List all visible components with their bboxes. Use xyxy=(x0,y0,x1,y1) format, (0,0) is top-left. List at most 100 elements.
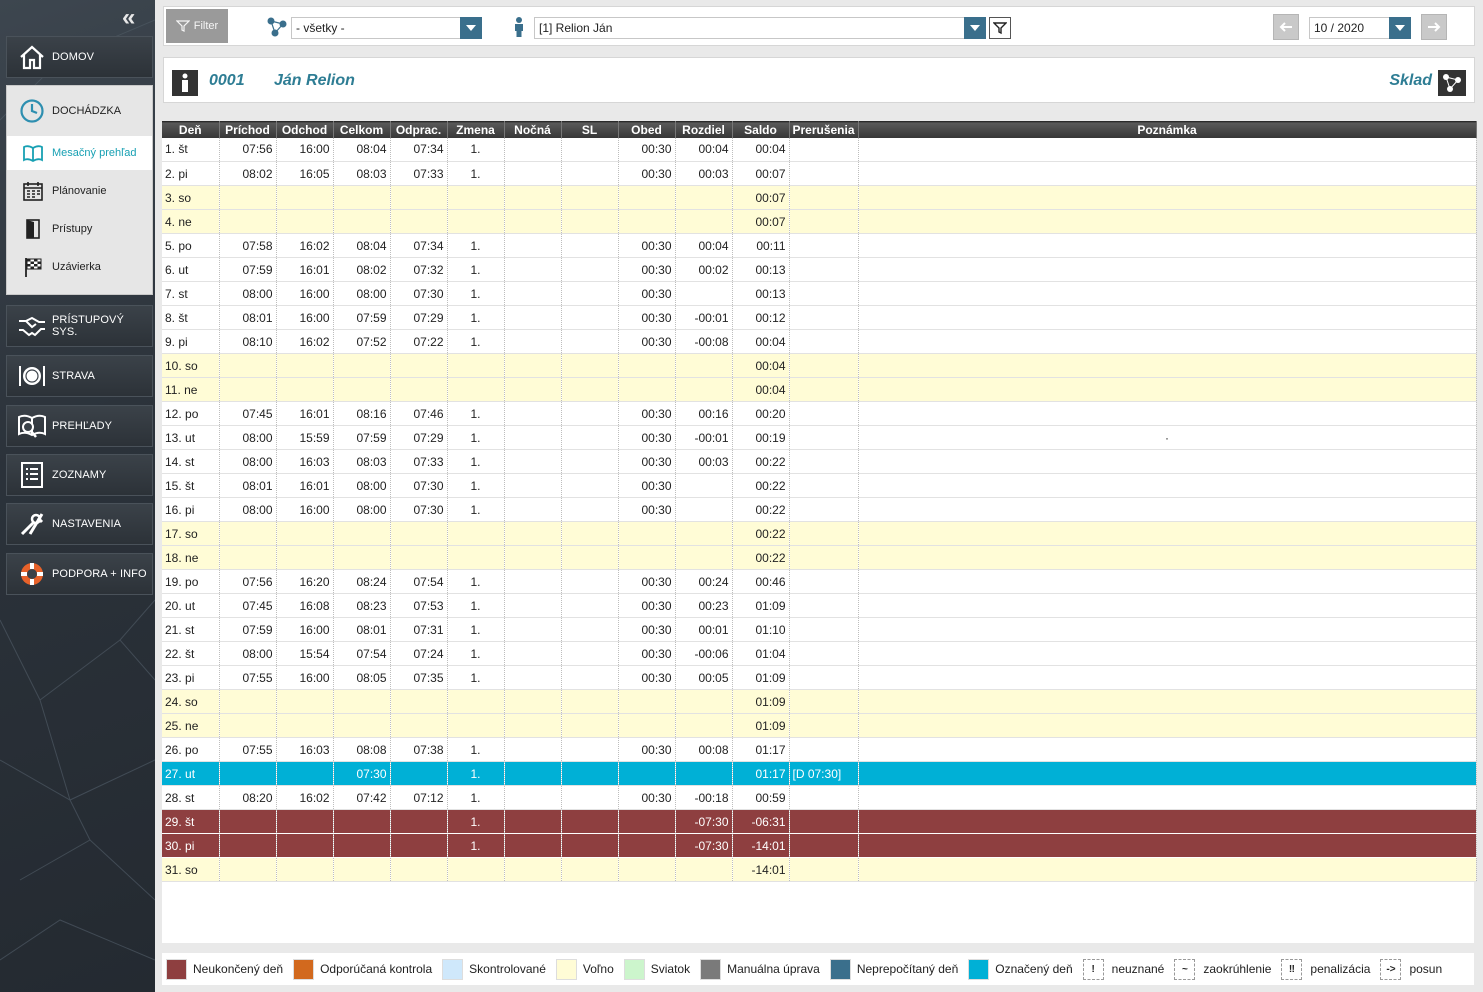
table-row[interactable]: 19. po 07:56 16:20 08:24 07:54 1. 00:30 00:24 00… xyxy=(162,569,1477,594)
table-cell xyxy=(333,689,391,714)
table-row[interactable]: 12. po 07:45 16:01 08:16 07:46 1. 00:30 00:16 00… xyxy=(162,401,1477,426)
table-row[interactable]: 29. št 1. -07:30 -06:31 xyxy=(162,809,1477,834)
employee-select[interactable]: [1] Relion Ján xyxy=(534,17,965,39)
table-row[interactable]: 2. pi 08:02 16:05 08:03 07:33 1. 00:30 00:03 00:… xyxy=(162,161,1477,186)
table-cell xyxy=(858,377,1477,402)
nav-podpora-info[interactable]: PODPORA + INFO xyxy=(6,553,153,595)
table-row[interactable]: 24. so 01:09 xyxy=(162,689,1477,714)
legend-label: neuznané xyxy=(1111,962,1165,976)
group-select[interactable]: - všetky - xyxy=(291,17,461,39)
table-cell xyxy=(276,185,334,210)
table-row[interactable]: 11. ne 00:04 xyxy=(162,377,1477,402)
column-header[interactable]: Obed xyxy=(618,121,676,138)
table-cell xyxy=(789,401,859,426)
table-cell xyxy=(504,641,562,666)
table-cell: 16:02 xyxy=(276,329,334,354)
table-row[interactable]: 15. št 08:01 16:01 08:00 07:30 1. 00:30 00:22 xyxy=(162,473,1477,498)
nav-strava[interactable]: STRAVA xyxy=(6,355,153,397)
group-select-dropdown-button[interactable] xyxy=(460,17,482,39)
table-cell xyxy=(561,785,619,810)
table-cell: 08:00 xyxy=(219,449,277,474)
table-cell: 00:30 xyxy=(618,449,676,474)
table-row[interactable]: 1. št 07:56 16:00 08:04 07:34 1. 00:30 00:04 00:… xyxy=(162,137,1477,162)
department-network-icon[interactable] xyxy=(1438,70,1466,96)
table-cell: 07:29 xyxy=(390,305,448,330)
sub-uzavierka-label: Uzávierka xyxy=(52,261,101,273)
table-cell: 01:09 xyxy=(732,593,790,618)
column-header[interactable]: Príchod xyxy=(219,121,277,138)
table-cell: 1. xyxy=(447,233,505,258)
table-row[interactable]: 30. pi 1. -07:30 -14:01 xyxy=(162,833,1477,858)
column-header[interactable]: Saldo xyxy=(732,121,790,138)
column-header[interactable]: Odchod xyxy=(276,121,334,138)
table-row[interactable]: 31. so -14:01 xyxy=(162,857,1477,882)
table-row[interactable]: 22. št 08:00 15:54 07:54 07:24 1. 00:30 -00:06 0… xyxy=(162,641,1477,666)
table-cell xyxy=(858,521,1477,546)
table-row[interactable]: 5. po 07:58 16:02 08:04 07:34 1. 00:30 00:04 00:… xyxy=(162,233,1477,258)
sub-pristupy[interactable]: Prístupy xyxy=(7,210,152,248)
sub-planovanie[interactable]: Plánovanie xyxy=(7,172,152,210)
table-row[interactable]: 7. st 08:00 16:00 08:00 07:30 1. 00:30 00:13 xyxy=(162,281,1477,306)
table-cell: 1. xyxy=(447,833,505,858)
table-row[interactable]: 18. ne 00:22 xyxy=(162,545,1477,570)
table-row[interactable]: 23. pi 07:55 16:00 08:05 07:35 1. 00:30 00:05 01… xyxy=(162,665,1477,690)
column-header[interactable]: Odprac. xyxy=(390,121,448,138)
nav-pristupovy-sys[interactable]: PRÍSTUPOVÝ SYS. xyxy=(6,305,153,347)
table-row[interactable]: 27. ut 07:30 1. 01:17 [D 07:30] xyxy=(162,761,1477,786)
previous-month-button[interactable] xyxy=(1273,14,1299,40)
column-header[interactable]: Prerušenia xyxy=(789,121,859,138)
column-header[interactable]: Nočná xyxy=(504,121,562,138)
table-cell xyxy=(858,185,1477,210)
table-cell xyxy=(390,185,448,210)
column-header[interactable]: Poznámka xyxy=(858,121,1477,138)
table-cell: 07:59 xyxy=(219,257,277,282)
nav-nastavenia[interactable]: NASTAVENIA xyxy=(6,503,153,545)
sub-mesacny-prehlad[interactable]: Mesačný prehľad xyxy=(7,136,152,170)
table-row[interactable]: 17. so 00:22 xyxy=(162,521,1477,546)
table-row[interactable]: 10. so 00:04 xyxy=(162,353,1477,378)
employee-select-dropdown-button[interactable] xyxy=(964,17,986,39)
table-row[interactable]: 4. ne 00:07 xyxy=(162,209,1477,234)
column-header[interactable]: Celkom xyxy=(333,121,391,138)
table-cell: 1. xyxy=(447,257,505,282)
nav-prehlady[interactable]: PREHĽADY xyxy=(6,405,153,447)
table-cell xyxy=(276,833,334,858)
table-cell xyxy=(276,209,334,234)
table-row[interactable]: 20. ut 07:45 16:08 08:23 07:53 1. 00:30 00:23 01… xyxy=(162,593,1477,618)
next-month-button[interactable] xyxy=(1421,14,1447,40)
table-row[interactable]: 14. st 08:00 16:03 08:03 07:33 1. 00:30 00:03 00… xyxy=(162,449,1477,474)
table-row[interactable]: 8. št 08:01 16:00 07:59 07:29 1. 00:30 -00:01 00… xyxy=(162,305,1477,330)
legend-symbol: ~ xyxy=(1174,958,1196,980)
table-cell: 07:55 xyxy=(219,737,277,762)
table-row[interactable]: 9. pi 08:10 16:02 07:52 07:22 1. 00:30 -00:08 00… xyxy=(162,329,1477,354)
table-cell xyxy=(858,329,1477,354)
nav-domov[interactable]: DOMOV xyxy=(6,36,153,78)
table-row[interactable]: 3. so 00:07 xyxy=(162,185,1477,210)
table-row[interactable]: 25. ne 01:09 xyxy=(162,713,1477,738)
period-select[interactable]: 10 / 2020 xyxy=(1309,17,1391,39)
period-select-dropdown-button[interactable] xyxy=(1389,17,1411,39)
table-row[interactable]: 13. ut 08:00 15:59 07:59 07:29 1. 00:30 -00:01 0… xyxy=(162,425,1477,450)
employee-filter-button[interactable] xyxy=(989,17,1011,39)
nav-zoznamy[interactable]: ZOZNAMY xyxy=(6,454,153,496)
column-header[interactable]: Deň xyxy=(162,121,220,138)
table-row[interactable]: 26. po 07:55 16:03 08:08 07:38 1. 00:30 00:08 01… xyxy=(162,737,1477,762)
table-cell xyxy=(675,209,733,234)
table-cell xyxy=(390,545,448,570)
collapse-sidebar-button[interactable]: « xyxy=(122,6,135,30)
table-cell: 00:30 xyxy=(618,593,676,618)
table-row[interactable]: 28. st 08:20 16:02 07:42 07:12 1. 00:30 -00:18 0… xyxy=(162,785,1477,810)
table-row[interactable]: 16. pi 08:00 16:00 08:00 07:30 1. 00:30 00:22 xyxy=(162,497,1477,522)
table-cell: 08:01 xyxy=(219,305,277,330)
column-header[interactable]: Zmena xyxy=(447,121,505,138)
table-row[interactable]: 6. ut 07:59 16:01 08:02 07:32 1. 00:30 00:02 00:… xyxy=(162,257,1477,282)
table-row[interactable]: 21. st 07:59 16:00 08:01 07:31 1. 00:30 00:01 01… xyxy=(162,617,1477,642)
legend-swatch xyxy=(555,958,577,980)
column-header[interactable]: SL xyxy=(561,121,619,138)
nav-dochadzka[interactable]: DOCHÁDZKA xyxy=(7,86,152,136)
sub-uzavierka[interactable]: Uzávierka xyxy=(7,248,152,286)
table-cell: 07:55 xyxy=(219,665,277,690)
column-header[interactable]: Rozdiel xyxy=(675,121,733,138)
filter-button[interactable]: Filter xyxy=(166,9,228,43)
legend-label: posun xyxy=(1409,962,1443,976)
